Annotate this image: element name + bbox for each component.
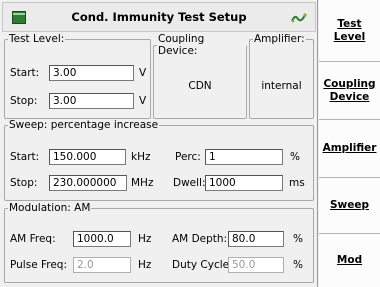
sweep-dwell-label: Dwell: [173, 177, 206, 189]
coupling-device-value[interactable]: CDN [153, 80, 247, 92]
tab-mod-label: Mod [336, 254, 363, 266]
test-level-stop-unit: V [139, 95, 147, 107]
am-freq-label: AM Freq: [10, 233, 56, 245]
amplifier-value[interactable]: internal [249, 80, 314, 92]
test-level-stop-label: Stop: [10, 95, 38, 107]
sweep-dwell-input[interactable]: 1000 [205, 175, 283, 191]
sweep-legend: Sweep: percentage increase [9, 119, 159, 131]
pulse-freq-input[interactable]: 2.0 [73, 257, 131, 273]
tab-sweep[interactable]: Sweep [319, 178, 380, 234]
duty-cycle-input[interactable]: 50.0 [228, 257, 284, 273]
coupling-device-legend: Coupling Device: [158, 33, 205, 57]
tab-sweep-label: Sweep [329, 199, 370, 211]
brand-logo-icon [291, 13, 307, 23]
sweep-perc-unit: % [290, 151, 300, 163]
amplifier-group: Amplifier: [249, 33, 314, 119]
tab-coupling-device[interactable]: Coupling Device [319, 62, 380, 120]
test-level-start-unit: V [139, 67, 147, 79]
app-square-icon [12, 11, 26, 24]
sweep-perc-input[interactable]: 1 [205, 149, 283, 165]
tab-amplifier-label: Amplifier [322, 142, 377, 154]
am-depth-input[interactable]: 80.0 [228, 231, 284, 247]
am-freq-unit: Hz [138, 233, 152, 245]
amplifier-legend: Amplifier: [254, 33, 305, 45]
main-panel: Cond. Immunity Test Setup Test Level: St… [0, 0, 318, 287]
sweep-start-label: Start: [10, 151, 40, 163]
app-window: Cond. Immunity Test Setup Test Level: St… [0, 0, 380, 287]
window-title: Cond. Immunity Test Setup [71, 10, 247, 24]
test-level-stop-input[interactable]: 3.00 [49, 93, 134, 109]
pulse-freq-label: Pulse Freq: [10, 259, 68, 271]
am-freq-input[interactable]: 1000.0 [73, 231, 131, 247]
tab-test-level[interactable]: Test Level [319, 0, 380, 62]
sweep-perc-label: Perc: [175, 151, 201, 163]
tab-mod[interactable]: Mod [319, 234, 380, 287]
duty-cycle-label: Duty Cycle: [172, 259, 233, 271]
sweep-start-input[interactable]: 150.000 [49, 149, 126, 165]
coupling-device-group: Coupling Device: [153, 33, 247, 119]
side-tab-bar: Test Level Coupling Device Amplifier Sweep… [319, 0, 380, 287]
sweep-start-unit: kHz [131, 151, 151, 163]
sweep-stop-unit: MHz [131, 177, 154, 189]
test-level-start-input[interactable]: 3.00 [49, 65, 134, 81]
tab-coupling-device-label: Coupling Device [323, 77, 376, 103]
am-depth-label: AM Depth: [172, 233, 228, 245]
am-depth-unit: % [293, 233, 303, 245]
pulse-freq-unit: Hz [138, 259, 152, 271]
modulation-legend: Modulation: AM [9, 202, 91, 214]
tab-amplifier[interactable]: Amplifier [319, 120, 380, 178]
title-bar: Cond. Immunity Test Setup [2, 2, 316, 32]
tab-test-level-label: Test Level [333, 17, 366, 43]
sweep-stop-label: Stop: [10, 177, 38, 189]
test-level-start-label: Start: [10, 67, 40, 79]
test-level-legend: Test Level: [9, 33, 65, 45]
duty-cycle-unit: % [293, 259, 303, 271]
sweep-stop-input[interactable]: 230.000000 [49, 175, 127, 191]
sweep-dwell-unit: ms [289, 177, 305, 189]
